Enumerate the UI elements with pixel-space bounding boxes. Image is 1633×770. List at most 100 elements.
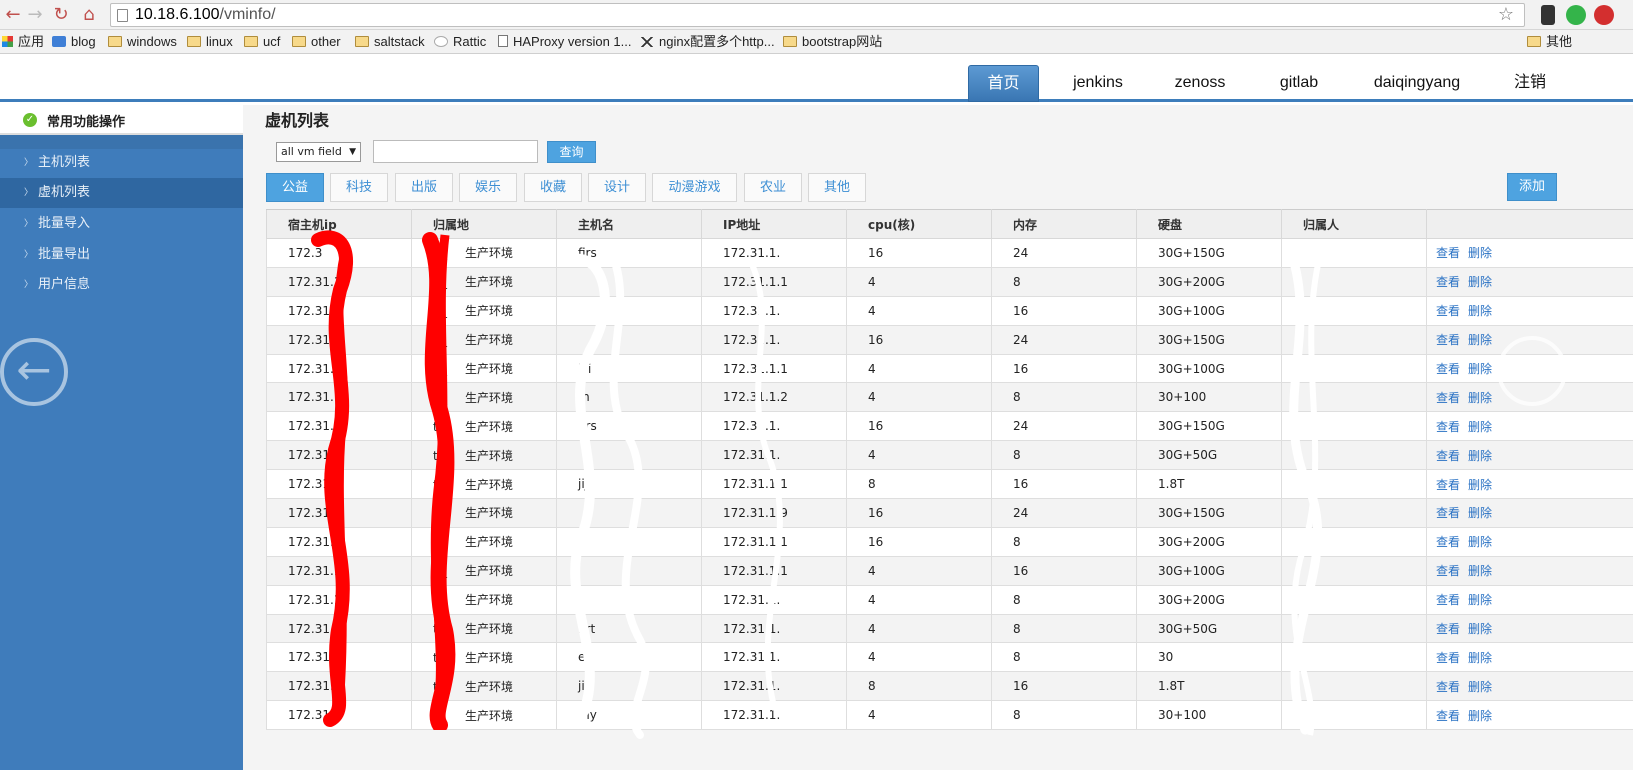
sidebar-item-label: 主机列表: [38, 155, 91, 170]
bookmark-haproxy[interactable]: HAProxy version 1...: [498, 33, 632, 51]
delete-link[interactable]: 删除: [1468, 420, 1492, 434]
folder-icon: [244, 36, 258, 47]
address-bar[interactable]: 10.18.6.100/vminfo/ ☆: [110, 3, 1525, 27]
bookmark-apps[interactable]: 应用: [2, 33, 44, 51]
view-link[interactable]: 查看: [1436, 362, 1460, 376]
home-icon[interactable]: ⌂: [78, 4, 100, 26]
view-link[interactable]: 查看: [1436, 506, 1460, 520]
delete-link[interactable]: 删除: [1468, 593, 1492, 607]
folder-icon: [187, 36, 201, 47]
delete-link[interactable]: 删除: [1468, 622, 1492, 636]
search-button[interactable]: 查询: [547, 141, 596, 163]
nav-user[interactable]: daiqingyang: [1360, 65, 1474, 102]
rattic-icon: [434, 36, 448, 47]
actions-cell: 查看 删除: [1426, 642, 1633, 673]
delete-link[interactable]: 删除: [1468, 449, 1492, 463]
delete-link[interactable]: 删除: [1468, 362, 1492, 376]
folder-icon: [783, 36, 797, 47]
extension-stop-icon[interactable]: [1594, 5, 1614, 25]
category-tab[interactable]: 设计: [588, 173, 646, 202]
search-input[interactable]: [373, 140, 538, 163]
delete-link[interactable]: 删除: [1468, 651, 1492, 665]
category-tab[interactable]: 收藏: [524, 173, 582, 202]
arrow-left-icon[interactable]: ←: [0, 338, 68, 406]
add-button[interactable]: 添加: [1507, 173, 1557, 201]
bookmark-windows[interactable]: windows: [108, 33, 177, 51]
app-header: 首页 jenkins zenoss gitlab daiqingyang 注销: [0, 55, 1633, 102]
nav-logout[interactable]: 注销: [1500, 65, 1560, 102]
view-link[interactable]: 查看: [1436, 275, 1460, 289]
delete-link[interactable]: 删除: [1468, 304, 1492, 318]
column-header: 内存: [991, 209, 1137, 239]
bookmark-star-icon[interactable]: ☆: [1498, 4, 1514, 25]
nav-home[interactable]: 首页: [968, 65, 1039, 102]
view-link[interactable]: 查看: [1436, 593, 1460, 607]
nav-zenoss[interactable]: zenoss: [1160, 65, 1240, 102]
field-select[interactable]: all vm field ▼: [276, 142, 361, 162]
delete-link[interactable]: 删除: [1468, 333, 1492, 347]
view-link[interactable]: 查看: [1436, 304, 1460, 318]
sidebar-item-bulk-export[interactable]: 〉批量导出: [0, 240, 243, 270]
extension-eyedropper-icon[interactable]: [1541, 5, 1555, 25]
bookmark-blog[interactable]: blog: [52, 33, 96, 51]
category-tab[interactable]: 出版: [395, 173, 453, 202]
extension-play-icon[interactable]: [1566, 5, 1586, 25]
view-link[interactable]: 查看: [1436, 535, 1460, 549]
view-link[interactable]: 查看: [1436, 391, 1460, 405]
actions-cell: 查看 删除: [1426, 295, 1633, 326]
view-link[interactable]: 查看: [1436, 478, 1460, 492]
delete-link[interactable]: 删除: [1468, 506, 1492, 520]
view-link[interactable]: 查看: [1436, 449, 1460, 463]
category-tab[interactable]: 其他: [808, 173, 866, 202]
actions-cell: 查看 删除: [1426, 671, 1633, 702]
bookmarks-bar: 应用 blog windows linux ucf other saltstac…: [0, 30, 1633, 54]
view-link[interactable]: 查看: [1436, 333, 1460, 347]
actions-cell: 查看 删除: [1426, 238, 1633, 268]
bookmark-bootstrap[interactable]: bootstrap网站: [783, 33, 882, 51]
actions-cell: 查看 删除: [1426, 584, 1633, 615]
delete-link[interactable]: 删除: [1468, 535, 1492, 549]
view-link[interactable]: 查看: [1436, 420, 1460, 434]
category-tab[interactable]: 公益: [266, 173, 324, 202]
category-tab[interactable]: 动漫游戏: [652, 173, 737, 202]
view-link[interactable]: 查看: [1436, 651, 1460, 665]
view-link[interactable]: 查看: [1436, 709, 1460, 723]
document-icon: [498, 35, 508, 47]
delete-link[interactable]: 删除: [1468, 275, 1492, 289]
bookmark-other-folders[interactable]: 其他: [1527, 33, 1572, 51]
folder-icon: [108, 36, 122, 47]
delete-link[interactable]: 删除: [1468, 391, 1492, 405]
bookmark-other[interactable]: other: [292, 33, 341, 51]
bookmark-linux[interactable]: linux: [187, 33, 233, 51]
chevron-right-icon: 〉: [24, 250, 34, 260]
sidebar-item-bulk-import[interactable]: 〉批量导入: [0, 209, 243, 239]
view-link[interactable]: 查看: [1436, 246, 1460, 260]
category-tab[interactable]: 科技: [330, 173, 388, 202]
view-link[interactable]: 查看: [1436, 622, 1460, 636]
chevron-right-icon: 〉: [24, 188, 34, 198]
delete-link[interactable]: 删除: [1468, 680, 1492, 694]
bookmark-ucf[interactable]: ucf: [244, 33, 280, 51]
forward-icon[interactable]: →: [24, 4, 46, 26]
delete-link[interactable]: 删除: [1468, 478, 1492, 492]
arrow-right-icon[interactable]: →: [1497, 336, 1567, 406]
delete-link[interactable]: 删除: [1468, 246, 1492, 260]
bookmark-nginx[interactable]: nginx配置多个http...: [640, 33, 775, 51]
sidebar-item-vm-list[interactable]: 〉虚机列表: [0, 178, 243, 208]
category-tab[interactable]: 农业: [744, 173, 802, 202]
nav-gitlab[interactable]: gitlab: [1260, 65, 1338, 102]
actions-cell: 查看 删除: [1426, 266, 1633, 297]
delete-link[interactable]: 删除: [1468, 564, 1492, 578]
bookmark-rattic[interactable]: Rattic: [434, 33, 486, 51]
bookmark-saltstack[interactable]: saltstack: [355, 33, 425, 51]
sidebar-item-host-list[interactable]: 〉主机列表: [0, 148, 243, 178]
category-tab[interactable]: 娱乐: [459, 173, 517, 202]
page-icon: [117, 9, 128, 22]
view-link[interactable]: 查看: [1436, 680, 1460, 694]
back-icon[interactable]: ←: [2, 4, 24, 26]
sidebar-item-user-info[interactable]: 〉用户信息: [0, 270, 243, 300]
delete-link[interactable]: 删除: [1468, 709, 1492, 723]
reload-icon[interactable]: ↻: [50, 4, 72, 26]
nav-jenkins[interactable]: jenkins: [1058, 65, 1138, 102]
view-link[interactable]: 查看: [1436, 564, 1460, 578]
